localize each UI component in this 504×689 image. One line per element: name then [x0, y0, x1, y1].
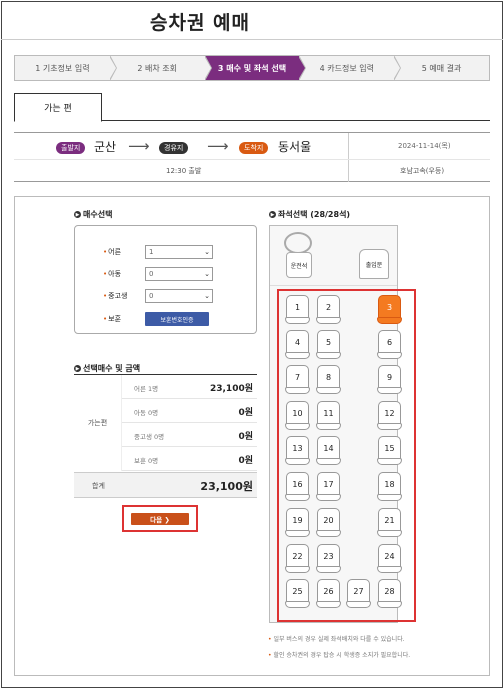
- route-divider: [14, 159, 490, 160]
- arrow-right-icon: ⟶: [128, 137, 150, 155]
- required-dot-icon: •: [103, 315, 108, 323]
- page-title: 승차권 예매: [150, 12, 251, 34]
- step-2: 2 배차 조회: [110, 55, 212, 81]
- count-row-student: •중고생 0 ⌄: [75, 289, 258, 303]
- amount-table: 가는편 어른 1명 23,100원 아동 0명 0원 중고생 0명 0원 보훈 …: [74, 374, 257, 498]
- chevron-down-icon: ⌄: [204, 270, 210, 278]
- amount-row-value: 0원: [238, 456, 253, 466]
- step-4: 4 카드정보 입력: [299, 55, 402, 81]
- route-summary: 출발지 군산 ⟶ 경유지 ⟶ 도착지 동서울 2024-11-14(목) 12:…: [14, 132, 490, 182]
- note-text: 할인 승차권의 경우 탑승 시 학생증 소지가 필요합니다.: [273, 652, 411, 659]
- steering-wheel-icon: [284, 232, 312, 254]
- arrow-right-icon: ⟶: [207, 137, 229, 155]
- amount-section-title: ▶ 선택매수 및 금액: [74, 363, 140, 374]
- progress-stepper: 1 기초정보 입력 2 배차 조회 3 매수 및 좌석 선택 4 카드정보 입력…: [14, 55, 490, 81]
- seat-area-highlight: [277, 289, 416, 622]
- step-1: 1 기초정보 입력: [15, 55, 117, 81]
- amount-row: 어른 1명 23,100원: [122, 375, 257, 399]
- amount-row-label: 어른 1명: [134, 385, 159, 393]
- select-value: 1: [149, 248, 154, 256]
- amount-row: 아동 0명 0원: [122, 399, 257, 423]
- route-divider: [348, 133, 349, 182]
- step-chevron-icon: [203, 55, 212, 81]
- step-label: 4 카드정보 입력: [319, 63, 374, 73]
- note-text: 일부 버스의 경우 실제 좌석배치와 다를 수 있습니다.: [273, 636, 405, 643]
- step-label: 1 기초정보 입력: [35, 63, 90, 73]
- amount-total-row: 합계 23,100원: [74, 472, 257, 498]
- count-label-text: 보훈: [108, 315, 122, 323]
- count-label: •어른: [103, 247, 121, 257]
- note-line: • 일부 버스의 경우 실제 좌석배치와 다를 수 있습니다.: [268, 632, 410, 648]
- step-label: 2 배차 조회: [137, 63, 177, 73]
- amount-row-value: 0원: [238, 432, 253, 442]
- total-value: 23,100원: [200, 480, 253, 493]
- seat-section-title: ▶ 좌석선택 (28/28석): [269, 209, 350, 220]
- count-row-veteran: •보훈 보훈번호인증: [75, 312, 258, 326]
- count-label: •아동: [103, 269, 121, 279]
- required-dot-icon: •: [103, 270, 108, 278]
- amount-row: 중고생 0명 0원: [122, 423, 257, 447]
- count-label-text: 어른: [108, 248, 122, 256]
- step-3-active: 3 매수 및 좌석 선택: [204, 55, 307, 81]
- amount-section-label: 선택매수 및 금액: [83, 364, 141, 373]
- count-row-child: •아동 0 ⌄: [75, 267, 258, 281]
- seat-section-label: 좌석선택 (28/28석): [278, 210, 351, 219]
- ticket-count-box: •어른 1 ⌄ •아동 0 ⌄ •중고생 0 ⌄ •보훈 보훈번호인증: [74, 225, 257, 334]
- count-row-adult: •어른 1 ⌄: [75, 245, 258, 259]
- student-count-select[interactable]: 0 ⌄: [145, 289, 213, 303]
- chevron-down-icon: ⌄: [204, 292, 210, 300]
- arrow-bullet-icon: ▶: [269, 211, 276, 218]
- adult-count-select[interactable]: 1 ⌄: [145, 245, 213, 259]
- next-button-highlight: 다음 ❯: [122, 505, 198, 532]
- count-label-text: 중고생: [108, 292, 128, 300]
- arrival-city: 동서울: [278, 140, 312, 154]
- arrow-bullet-icon: ▶: [74, 211, 81, 218]
- amount-row-value: 23,100원: [209, 384, 253, 394]
- amount-direction-label: 가는편: [74, 375, 122, 471]
- departure-badge: 출발지: [56, 142, 86, 154]
- step-chevron-icon: [393, 55, 402, 81]
- amount-row-label: 보훈 0명: [134, 457, 159, 465]
- amount-row-label: 중고생 0명: [134, 433, 165, 441]
- step-chevron-icon: [108, 55, 117, 81]
- note-line: • 할인 승차권의 경우 탑승 시 학생증 소지가 필요합니다.: [268, 648, 410, 664]
- departure-city: 군산: [94, 140, 117, 154]
- amount-row-value: 0원: [238, 408, 253, 418]
- step-5: 5 예매 결과: [394, 56, 489, 80]
- select-value: 0: [149, 270, 154, 278]
- tab-outbound[interactable]: 가는 편: [14, 93, 102, 122]
- count-label: •중고생: [103, 291, 127, 301]
- amount-row-label: 아동 0명: [134, 409, 159, 417]
- arrival-badge: 도착지: [239, 142, 269, 154]
- via-badge: 경유지: [159, 142, 189, 154]
- chevron-down-icon: ⌄: [204, 248, 210, 256]
- departure-date: 2024-11-14(목): [398, 142, 451, 150]
- count-section-title: ▶ 매수선택: [74, 209, 112, 220]
- count-section-label: 매수선택: [83, 210, 113, 219]
- count-label: •보훈: [103, 314, 121, 324]
- notes: • 일부 버스의 경우 실제 좌석배치와 다를 수 있습니다. • 할인 승차권…: [268, 632, 410, 664]
- bus-company: 호남고속(우등): [400, 167, 445, 175]
- child-count-select[interactable]: 0 ⌄: [145, 267, 213, 281]
- select-value: 0: [149, 292, 154, 300]
- bus-door: 출입문: [359, 249, 389, 279]
- direction-tabs: 가는 편: [14, 93, 490, 122]
- required-dot-icon: •: [103, 248, 108, 256]
- amount-row: 보훈 0명 0원: [122, 447, 257, 471]
- departure-time: 12:30 출발: [166, 167, 202, 175]
- step-label: 3 매수 및 좌석 선택: [217, 63, 287, 73]
- booking-panel: ▶ 매수선택 •어른 1 ⌄ •아동 0 ⌄ •중고생 0 ⌄ •보훈 보훈번호인증 …: [14, 196, 490, 676]
- driver-seat: 운전석: [286, 252, 312, 278]
- title-divider: [1, 39, 503, 40]
- bus-front: 운전석 출입문: [270, 226, 397, 286]
- required-dot-icon: •: [103, 292, 108, 300]
- step-chevron-icon: [298, 55, 307, 81]
- count-label-text: 아동: [108, 270, 122, 278]
- total-label: 합계: [92, 482, 105, 490]
- veteran-verify-button[interactable]: 보훈번호인증: [145, 312, 209, 326]
- arrow-bullet-icon: ▶: [74, 365, 81, 372]
- step-label: 5 예매 결과: [421, 63, 462, 73]
- next-button[interactable]: 다음 ❯: [131, 513, 189, 525]
